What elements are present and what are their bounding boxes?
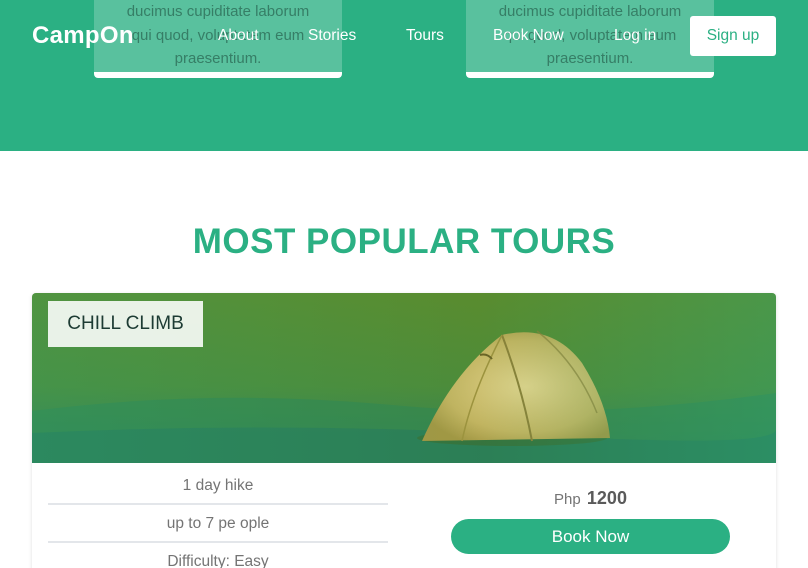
signup-button[interactable]: Sign up — [690, 16, 776, 56]
navbar: CampOn About Stories Tours Book Now Log … — [0, 0, 808, 72]
nav-link-about[interactable]: About — [218, 27, 259, 45]
tour-detail-group-size: up to 7 pe ople — [48, 505, 388, 543]
nav-link-stories[interactable]: Stories — [308, 27, 356, 45]
tour-name-tag: CHILL CLIMB — [48, 301, 203, 347]
tour-image: CHILL CLIMB — [32, 293, 776, 463]
section-title: MOST POPULAR TOURS — [192, 222, 616, 261]
nav-link-login[interactable]: Log in — [614, 27, 656, 45]
tour-price-area: Php 1200 Book Now — [451, 488, 730, 554]
tour-card: CHILL CLIMB 1 day hike up to 7 pe ople D… — [32, 293, 776, 568]
price-currency: Php — [554, 491, 581, 508]
tour-details-list: 1 day hike up to 7 pe ople Difficulty: E… — [48, 463, 388, 568]
tour-detail-difficulty: Difficulty: Easy — [167, 553, 269, 568]
book-now-button[interactable]: Book Now — [451, 519, 730, 554]
price-value: 1200 — [586, 488, 627, 508]
tour-detail-duration: 1 day hike — [48, 463, 388, 505]
tour-price: Php 1200 — [451, 488, 730, 509]
nav-link-tours[interactable]: Tours — [406, 27, 444, 45]
brand-logo[interactable]: CampOn — [32, 22, 134, 50]
nav-link-book-now[interactable]: Book Now — [493, 27, 564, 45]
